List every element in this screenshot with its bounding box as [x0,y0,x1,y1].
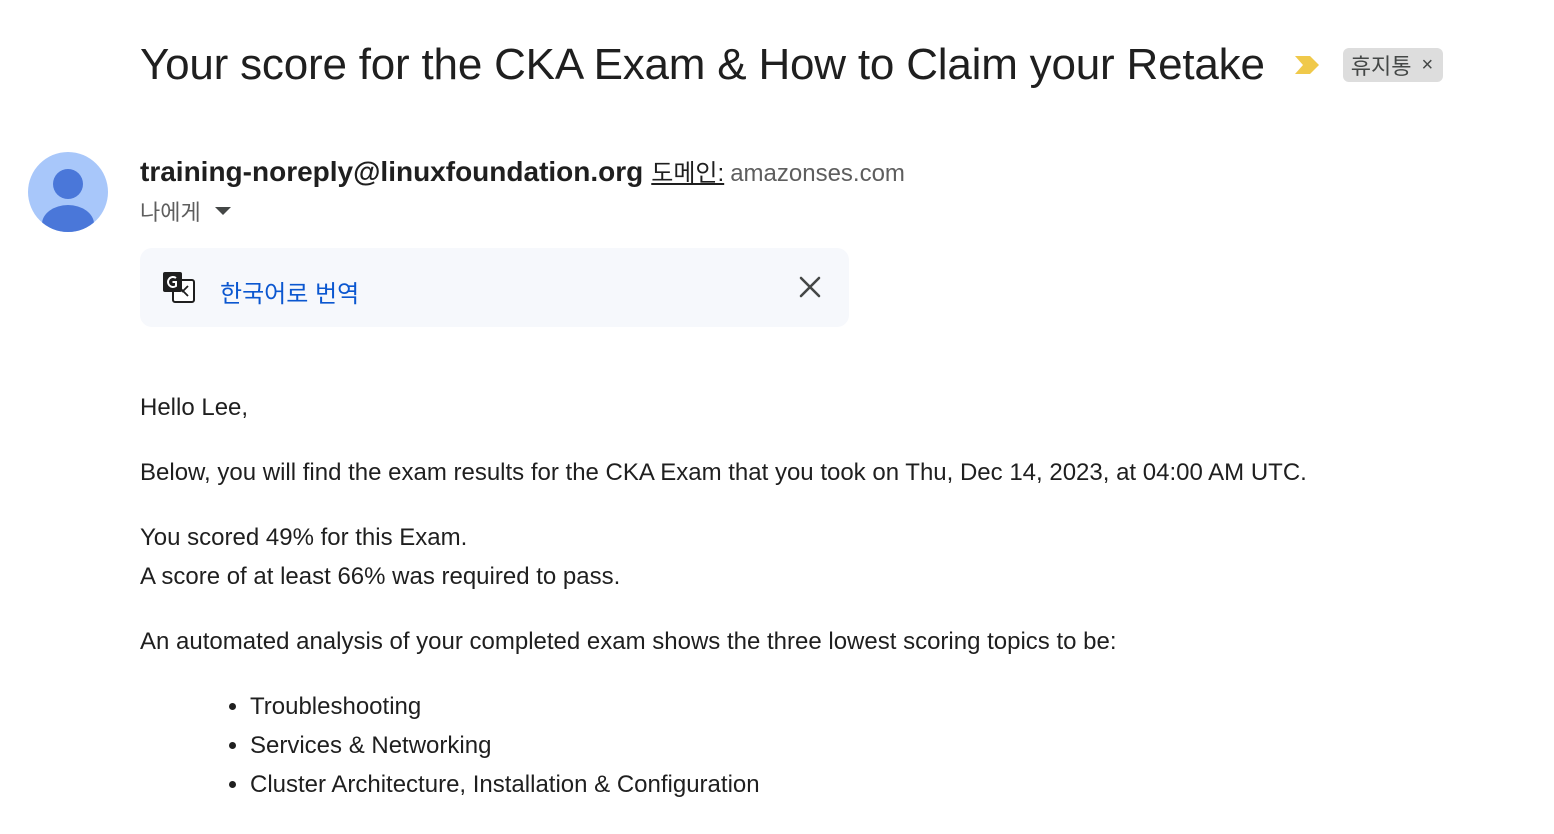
results-paragraph: Below, you will find the exam results fo… [140,459,1307,486]
list-item: Cluster Architecture, Installation & Con… [250,765,1307,804]
greeting: Hello Lee, [140,394,249,421]
via-domain-label[interactable]: 도메인: [651,153,724,188]
list-item: Services & Networking [250,726,1307,765]
required-score-line: A score of at least 66% was required to … [140,563,621,590]
translate-bar: 한국어로 번역 [140,248,849,327]
lowest-topics-list: Troubleshooting Services & Networking Cl… [140,687,1307,804]
analysis-intro: An automated analysis of your completed … [140,628,1117,655]
close-icon[interactable] [795,272,825,302]
chevron-down-icon[interactable] [214,207,231,215]
sender-row: training-noreply@linuxfoundation.org 도메인… [140,153,905,188]
sender-email[interactable]: training-noreply@linuxfoundation.org [140,156,643,188]
label-remove-icon[interactable]: × [1421,54,1433,77]
list-item: Troubleshooting [250,687,1307,726]
via-domain: amazonses.com [730,160,905,187]
important-marker-icon[interactable] [1293,53,1321,77]
email-body: Hello Lee, Below, you will find the exam… [140,388,1307,804]
subject-row: Your score for the CKA Exam & How to Cla… [140,40,1444,90]
email-subject: Your score for the CKA Exam & How to Cla… [140,40,1265,89]
translate-link[interactable]: 한국어로 번역 [220,274,359,309]
score-paragraph: You scored 49% for this Exam. A score of… [140,518,1307,596]
person-icon [42,169,94,232]
google-translate-icon [163,272,195,303]
label-chip-text: 휴지통 [1350,54,1412,79]
recipient-details-toggle[interactable]: 나에게 [140,195,231,227]
recipient-text: 나에게 [140,200,201,225]
score-line: You scored 49% for this Exam. [140,524,468,551]
label-chip-trash[interactable]: 휴지통 × [1342,48,1444,82]
avatar[interactable] [28,152,108,232]
